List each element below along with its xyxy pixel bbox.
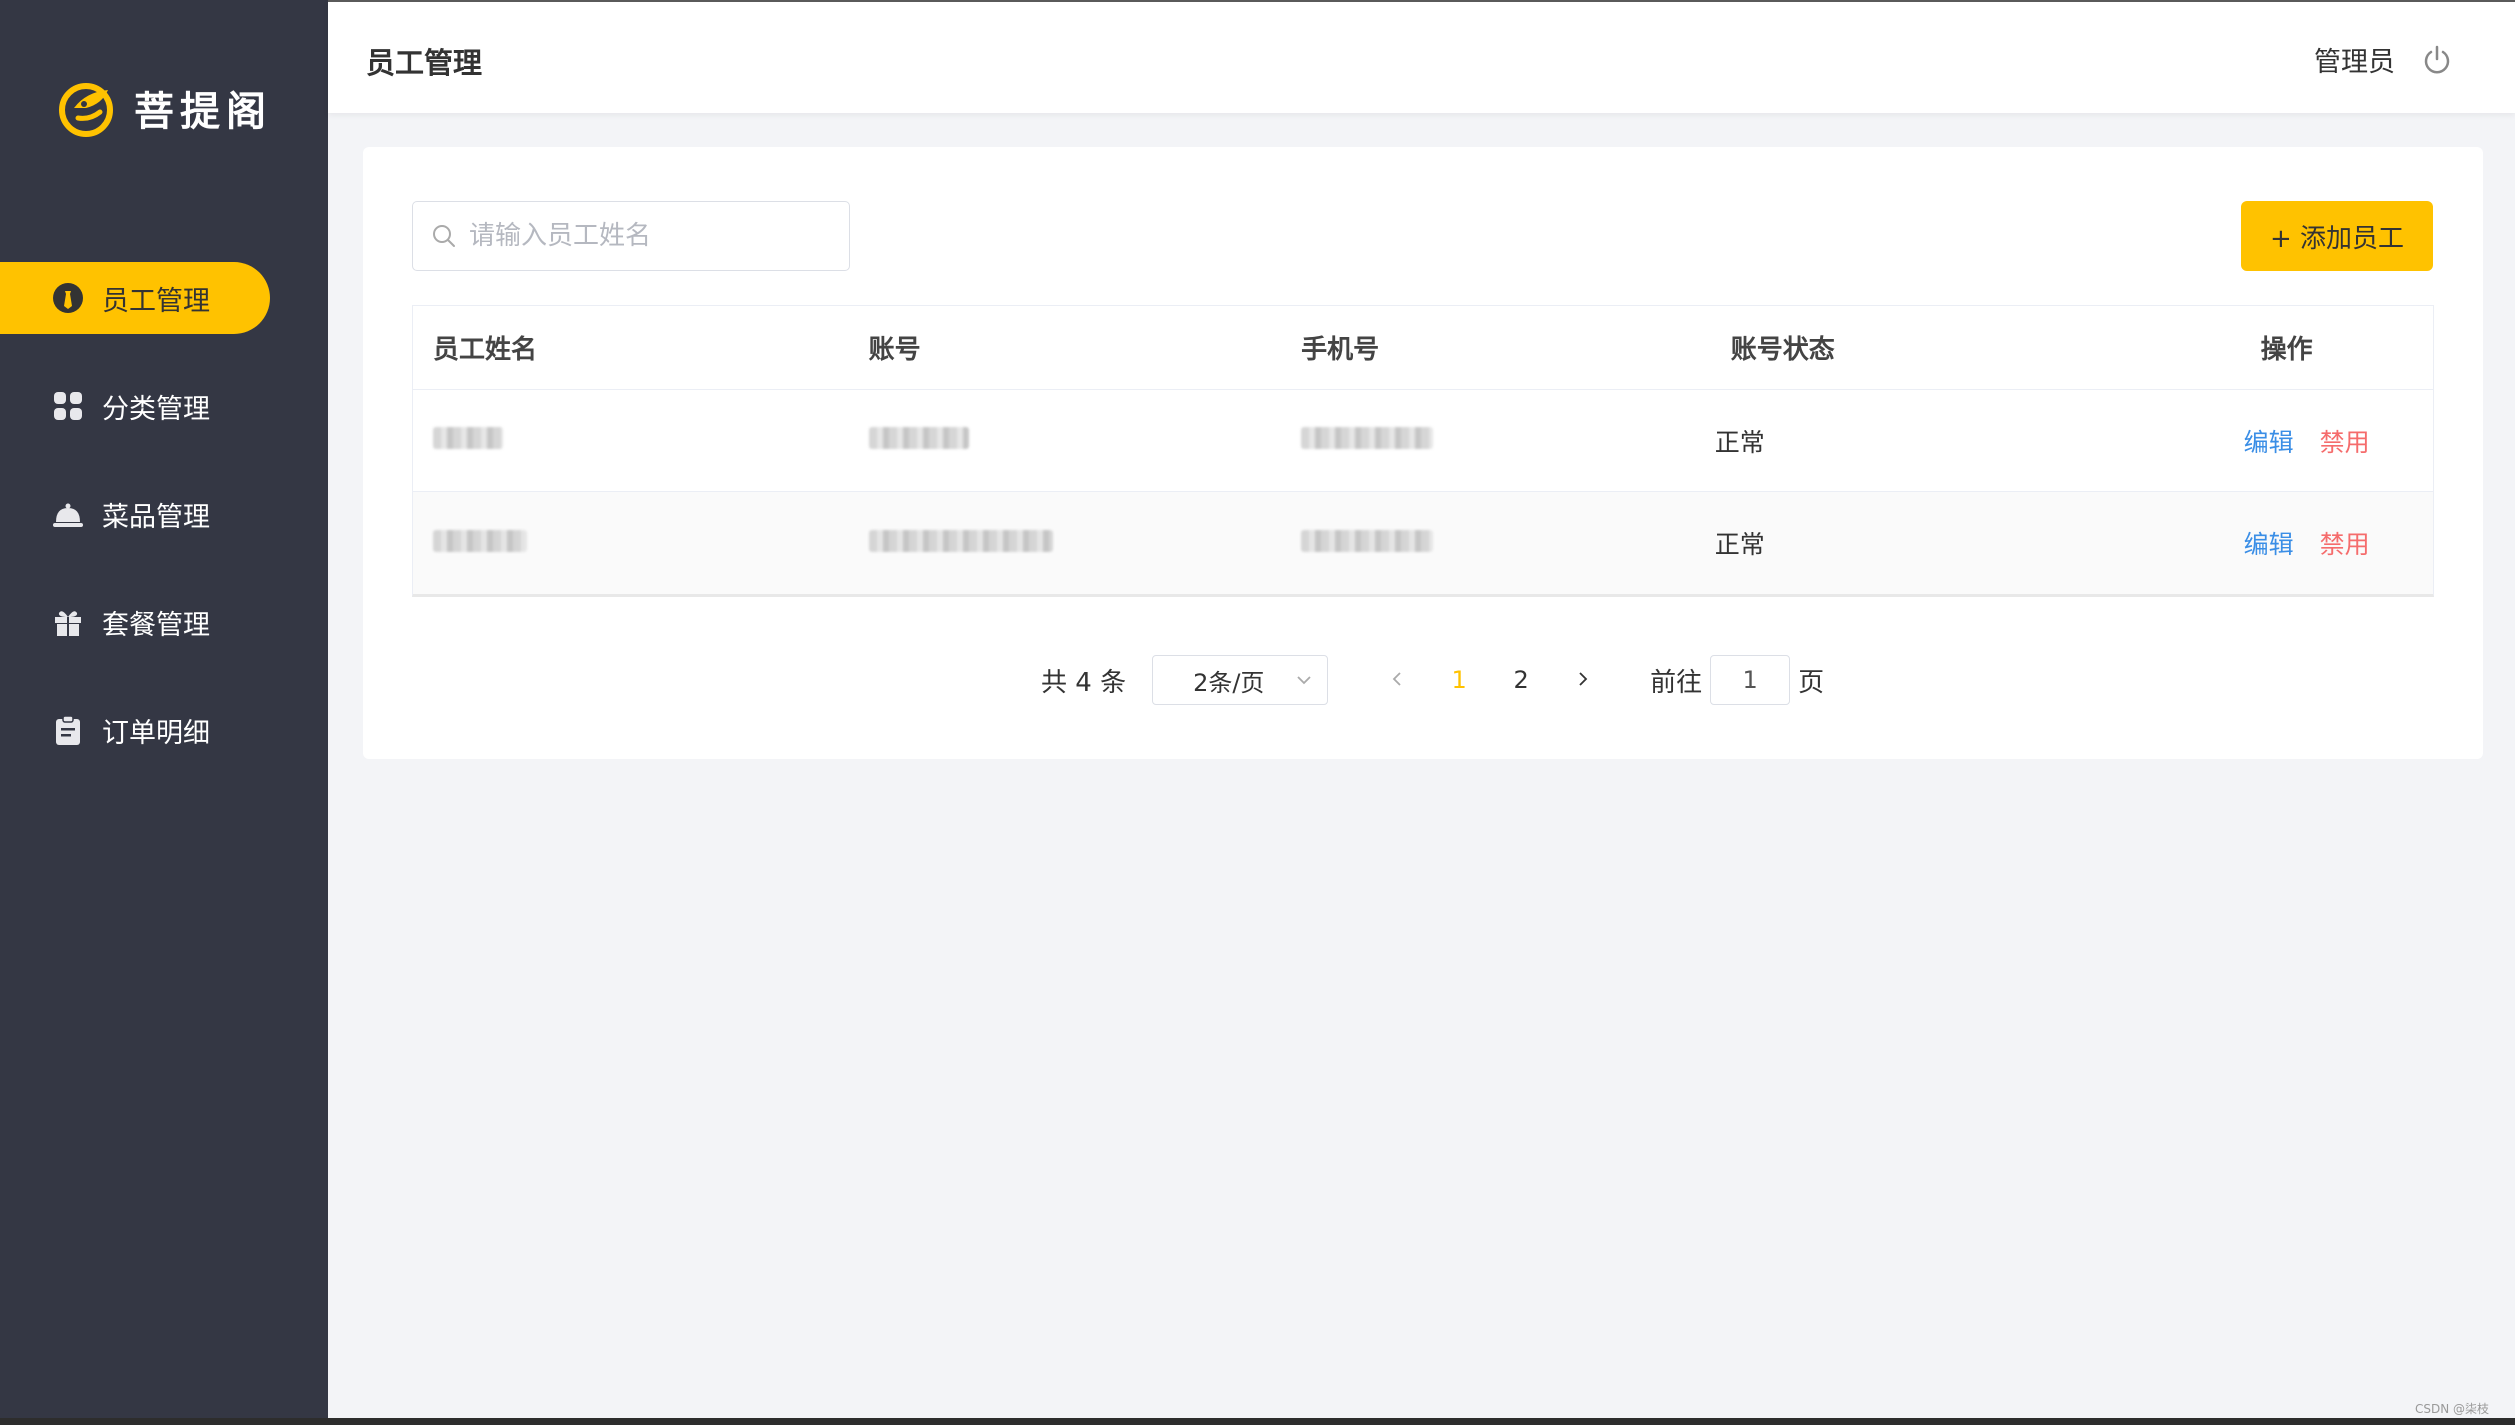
edit-link[interactable]: 编辑 xyxy=(2244,525,2294,561)
sidebar: 菩提阁 员工管理 分类管理 菜品管理 套餐管理 订单明细 xyxy=(0,0,328,1418)
column-header-status: 账号状态 xyxy=(1730,335,1835,365)
sidebar-item-order[interactable]: 订单明细 xyxy=(0,694,270,766)
employee-icon xyxy=(53,283,83,313)
sidebar-item-label: 员工管理 xyxy=(102,285,210,317)
brand-logo: 菩提阁 xyxy=(56,78,272,138)
disable-link[interactable]: 禁用 xyxy=(2320,525,2370,561)
phone-cell xyxy=(1281,529,1711,558)
column-header-account: 账号 xyxy=(868,335,921,365)
page-title: 员工管理 xyxy=(366,46,483,80)
edit-link[interactable]: 编辑 xyxy=(2244,423,2294,459)
gift-icon xyxy=(55,611,81,636)
watermark: CSDN @柒枝 xyxy=(2414,1402,2489,1416)
sidebar-item-employee[interactable]: 员工管理 xyxy=(0,262,270,334)
user-name: 管理员 xyxy=(2314,47,2395,78)
employee-name-cell xyxy=(413,426,849,455)
search-input[interactable] xyxy=(469,221,829,251)
page-unit-label: 页 xyxy=(1798,667,1825,698)
table-row: 正常 编辑 禁用 xyxy=(413,492,2433,594)
logo-icon xyxy=(59,83,113,137)
goto-label: 前往 xyxy=(1650,667,1703,698)
prev-page-button[interactable] xyxy=(1366,666,1428,694)
redacted-account xyxy=(868,529,1053,552)
pagination: 共 4 条 2条/页 1 2 前往 页 xyxy=(1041,655,1824,705)
column-header-name: 员工姓名 xyxy=(433,335,538,365)
account-cell xyxy=(849,426,1282,455)
top-header: 员工管理 管理员 xyxy=(328,0,2515,113)
table-header: 员工姓名 账号 手机号 账号状态 操作 xyxy=(413,306,2433,390)
table-row: 正常 编辑 禁用 xyxy=(413,390,2433,492)
chevron-right-icon xyxy=(1579,672,1588,686)
power-icon[interactable] xyxy=(2421,44,2453,76)
search-icon xyxy=(433,225,455,247)
redacted-phone xyxy=(1301,529,1434,552)
sidebar-item-label: 套餐管理 xyxy=(102,609,210,641)
page-button-2[interactable]: 2 xyxy=(1490,666,1552,694)
actions-cell: 编辑 禁用 xyxy=(2140,423,2433,459)
page-size-value: 2条/页 xyxy=(1193,668,1265,697)
page-size-select[interactable]: 2条/页 xyxy=(1152,655,1329,705)
brand-name: 菩提阁 xyxy=(134,88,272,135)
sidebar-item-label: 菜品管理 xyxy=(102,501,210,533)
column-header-phone: 手机号 xyxy=(1301,335,1380,365)
redacted-name xyxy=(433,427,503,449)
chevron-left-icon xyxy=(1392,672,1401,686)
sidebar-item-dish[interactable]: 菜品管理 xyxy=(0,478,270,550)
next-page-button[interactable] xyxy=(1552,666,1614,694)
column-header-actions: 操作 xyxy=(2260,335,2313,365)
goto-page-input[interactable] xyxy=(1710,655,1791,705)
chevron-down-icon xyxy=(1297,676,1311,685)
employee-card: + 添加员工 员工姓名 账号 手机号 账号状态 操作 正常 编辑 禁用 正常 编… xyxy=(363,147,2483,759)
user-area: 管理员 xyxy=(2314,40,2453,79)
dish-cloche-icon xyxy=(53,503,83,527)
sidebar-item-label: 订单明细 xyxy=(102,717,210,749)
grid-icon xyxy=(54,392,82,420)
add-employee-button[interactable]: + 添加员工 xyxy=(2241,201,2433,271)
sidebar-nav: 员工管理 分类管理 菜品管理 套餐管理 订单明细 xyxy=(0,262,328,802)
pagination-total: 共 4 条 xyxy=(1041,667,1127,698)
disable-link[interactable]: 禁用 xyxy=(2320,423,2370,459)
bottom-bar xyxy=(0,1418,2515,1425)
redacted-phone xyxy=(1301,427,1434,449)
phone-cell xyxy=(1281,426,1711,455)
status-cell: 正常 xyxy=(1714,427,1765,457)
status-cell: 正常 xyxy=(1714,530,1765,559)
page-button-1[interactable]: 1 xyxy=(1428,666,1490,694)
employee-table: 员工姓名 账号 手机号 账号状态 操作 正常 编辑 禁用 正常 编辑 禁用 xyxy=(412,305,2434,597)
sidebar-item-label: 分类管理 xyxy=(102,393,210,425)
employee-name-cell xyxy=(413,529,849,558)
account-cell xyxy=(849,529,1282,558)
actions-cell: 编辑 禁用 xyxy=(2140,525,2433,561)
sidebar-item-category[interactable]: 分类管理 xyxy=(0,370,270,442)
search-box[interactable] xyxy=(412,201,850,271)
sidebar-item-combo[interactable]: 套餐管理 xyxy=(0,586,270,658)
redacted-name xyxy=(433,529,527,552)
clipboard-icon xyxy=(56,715,80,745)
redacted-account xyxy=(868,427,969,449)
